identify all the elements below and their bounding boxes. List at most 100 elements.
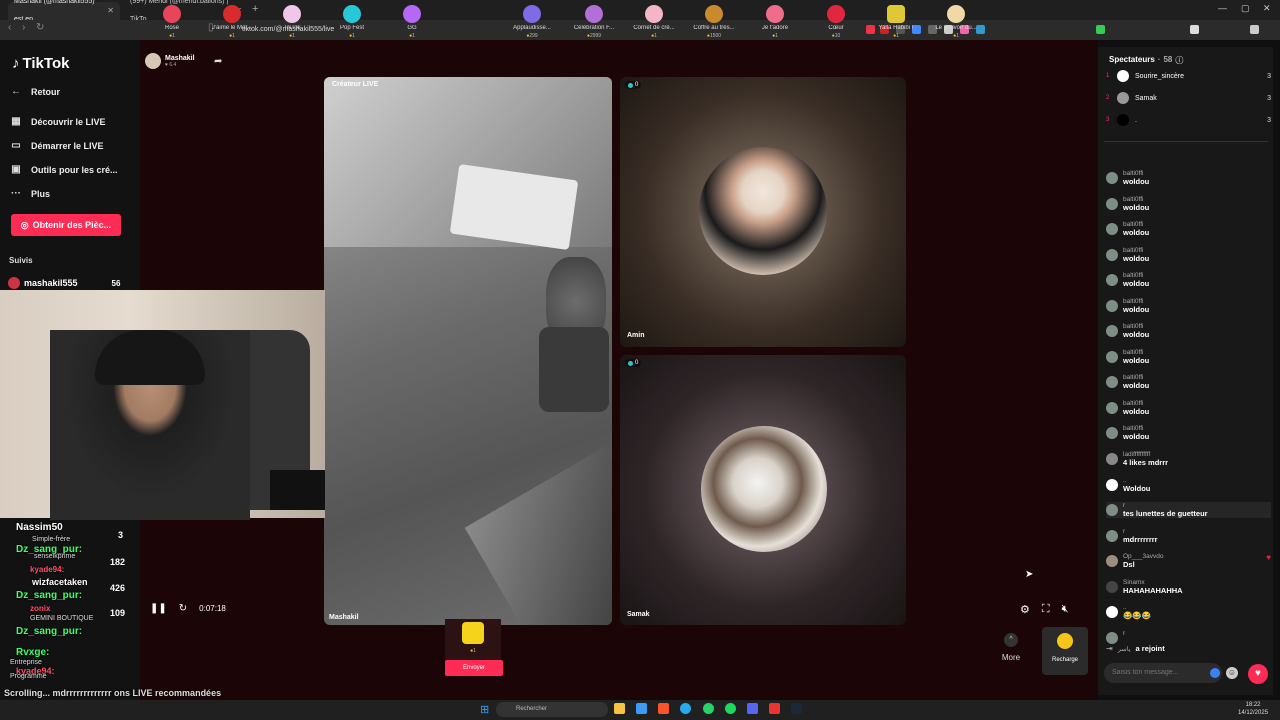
panel-host-name: Mashakil xyxy=(329,614,359,621)
top-viewer[interactable]: 1 Sourire_sincère 3 xyxy=(1106,70,1271,82)
guest-panel-samak[interactable]: 0 Samak xyxy=(620,355,906,625)
sidebar-item-discover-live[interactable]: ▦ Découvrir le LIVE xyxy=(10,116,105,127)
spotify-icon[interactable] xyxy=(725,703,736,714)
whatsapp-icon[interactable] xyxy=(703,703,714,714)
refresh-icon[interactable]: ↻ xyxy=(179,603,187,614)
gift-item[interactable]: GG ●1 xyxy=(384,2,440,39)
gift-item[interactable]: J'aime le Mar... ●1 xyxy=(204,2,260,39)
browser-tab-active[interactable]: Mashakil (@mashakil555) est en ...✕ xyxy=(8,0,120,23)
chat-message[interactable]: balti0ffi woldou xyxy=(1106,425,1271,441)
chat-message[interactable]: ladiffffffffff 4 likes mdrrr xyxy=(1106,451,1271,467)
chat-message[interactable]: balti0ffi woldou xyxy=(1106,247,1271,263)
file-explorer-icon[interactable] xyxy=(614,703,625,714)
gift-item[interactable]: Cornet de crè... ●1 xyxy=(626,2,682,39)
viewers-title: Spectateurs xyxy=(1109,55,1155,64)
avatar xyxy=(1106,172,1118,184)
reload-icon[interactable]: ↻ xyxy=(36,22,44,33)
chat-message[interactable]: balti0ffi woldou xyxy=(1106,400,1271,416)
store-icon[interactable] xyxy=(636,703,647,714)
minimize-icon[interactable]: — xyxy=(1218,3,1227,13)
gift-item[interactable]: Rose ●1 xyxy=(144,2,200,39)
emoji-icon[interactable]: ☺ xyxy=(1226,667,1238,679)
host-info[interactable]: Mashakil ♥ 6.4 xyxy=(145,53,195,69)
chat-message[interactable]: .. Woldou xyxy=(1106,477,1271,493)
taskbar-search[interactable]: Rechercher xyxy=(496,702,608,717)
main-video-panel[interactable]: Créateur LIVE Mashakil xyxy=(324,77,612,625)
system-clock[interactable]: 18:22 14/12/2025 xyxy=(1238,701,1268,717)
close-window-icon[interactable]: ✕ xyxy=(1263,3,1271,14)
chat-message[interactable]: balti0ffi woldou xyxy=(1106,196,1271,212)
chat-message[interactable]: r mdrrrrrrrr xyxy=(1106,528,1271,544)
gift-item[interactable]: Pop Fest ●1 xyxy=(324,2,380,39)
close-icon[interactable]: ✕ xyxy=(107,2,114,20)
mute-icon[interactable]: 🔇︎ xyxy=(1062,603,1069,616)
windows-start-icon[interactable]: ⊞ xyxy=(480,703,489,716)
gift-item[interactable]: Célébration F... ●2999 xyxy=(566,2,622,39)
chat-message[interactable]: balti0ffi woldou xyxy=(1106,374,1271,390)
gift-item[interactable]: Le pouvoir du... ●1 xyxy=(928,2,984,39)
tiktok-logo[interactable]: ♪ TikTok xyxy=(12,55,69,72)
chat-message[interactable]: balti0ffi woldou xyxy=(1106,349,1271,365)
chat-message[interactable]: .. 😂😂😂 xyxy=(1106,604,1271,620)
back-icon[interactable]: ‹ xyxy=(8,22,11,33)
gift-item[interactable]: Je t'adore ●1 xyxy=(747,2,803,39)
fullscreen-icon[interactable]: ⛶ xyxy=(1042,603,1050,616)
like-heart-button[interactable]: ♥ xyxy=(1248,664,1268,684)
pause-icon[interactable]: ❚❚ xyxy=(150,603,167,614)
verified-icon[interactable] xyxy=(1210,668,1220,678)
more-gifts-button[interactable]: ^ More xyxy=(999,633,1023,662)
extension-icon[interactable] xyxy=(1190,25,1199,34)
chat-message[interactable]: balti0ffi woldou xyxy=(1106,298,1271,314)
chat-message[interactable]: Op___3avvdo Dsl ♥ xyxy=(1106,553,1271,569)
app-icon[interactable] xyxy=(769,703,780,714)
gift-price: 1 xyxy=(473,648,476,654)
sidebar-item-start-live[interactable]: ▭ Démarrer le LIVE xyxy=(10,140,103,151)
chat-message[interactable]: balti0ffi woldou xyxy=(1106,272,1271,288)
chat-message[interactable]: balti0ffi woldou xyxy=(1106,323,1271,339)
steam-icon[interactable] xyxy=(791,703,802,714)
chat-input[interactable] xyxy=(1104,663,1222,683)
get-coins-button[interactable]: ◎ Obtenir des Pièc... xyxy=(11,214,121,236)
chat-message[interactable]: r tes lunettes de guetteur xyxy=(1106,502,1271,518)
recharge-button[interactable]: Recharge xyxy=(1042,627,1088,675)
gift-item[interactable]: TikTok ●1 xyxy=(264,2,320,39)
gift-item[interactable]: Cœur ●10 xyxy=(808,2,864,39)
telegram-icon[interactable] xyxy=(680,703,691,714)
chevron-up-icon: ^ xyxy=(1004,633,1018,647)
sidebar-item-retour[interactable]: ← Retour xyxy=(10,86,60,97)
settings-icon[interactable]: ⚙ xyxy=(1020,603,1030,616)
top-viewer[interactable]: 2 Samak 3 xyxy=(1106,92,1271,104)
followed-item[interactable]: mashakil555 56 xyxy=(8,277,120,289)
top-viewer[interactable]: 3.3 xyxy=(1106,114,1271,126)
gift-item[interactable]: Yalla Habibi ! ●1 xyxy=(868,2,924,39)
info-icon[interactable]: ⓘ xyxy=(1175,55,1183,66)
guest-score-badge: 0 xyxy=(625,81,642,89)
sidebar-item-more[interactable]: ··· Plus xyxy=(10,188,50,199)
discord-icon[interactable] xyxy=(747,703,758,714)
chat-message[interactable]: balti0ffi woldou xyxy=(1106,170,1271,186)
overlay-chat-name: zonix xyxy=(30,604,51,613)
chat-message[interactable]: r xyxy=(1106,630,1271,644)
extension-icon[interactable] xyxy=(1096,25,1105,34)
avatar xyxy=(1106,300,1118,312)
forward-icon[interactable]: › xyxy=(22,22,25,33)
maximize-icon[interactable]: ▢ xyxy=(1241,3,1250,14)
gift-item-selected[interactable]: ●1 xyxy=(445,619,501,661)
gift-item[interactable]: Applaudisse... ●299 xyxy=(504,2,560,39)
avatar xyxy=(1106,376,1118,388)
comment-user: balti0ffi xyxy=(1123,425,1144,432)
avatar xyxy=(1117,114,1129,126)
guest-panel-amin[interactable]: 0 Amin xyxy=(620,77,906,347)
share-icon[interactable]: ➦ xyxy=(214,56,222,67)
comment-text: Woldou xyxy=(1123,484,1151,493)
video-icon: ▭ xyxy=(11,140,21,151)
chat-message[interactable]: Sinamx HAHAHAHAHHA xyxy=(1106,579,1271,595)
comment-text: woldou xyxy=(1123,254,1150,263)
send-gift-button[interactable]: Envoyer xyxy=(445,660,503,676)
brave-icon[interactable] xyxy=(658,703,669,714)
gift-item[interactable]: Coffre au trés... ●1500 xyxy=(686,2,742,39)
chat-message[interactable]: balti0ffi woldou xyxy=(1106,221,1271,237)
profile-icon[interactable] xyxy=(1250,25,1259,34)
rose-icon xyxy=(163,5,181,23)
sidebar-item-creator-tools[interactable]: ▣ Outils pour les cré... xyxy=(10,164,117,175)
